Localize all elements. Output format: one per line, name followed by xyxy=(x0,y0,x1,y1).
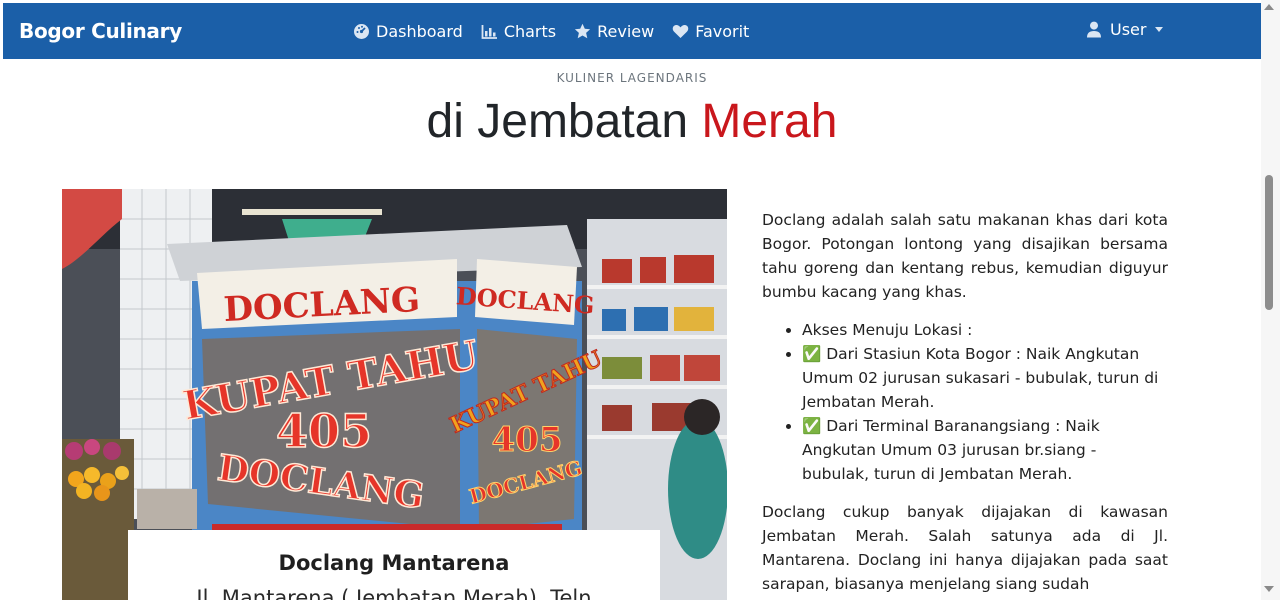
sign-number-side: 405 xyxy=(492,420,563,460)
section-kicker: KULINER LAGENDARIS xyxy=(556,71,708,85)
closing-paragraph: Doclang cukup banyak dijajakan di kawasa… xyxy=(762,503,1168,593)
list-item: Akses Menuju Lokasi : xyxy=(802,318,1168,342)
chevron-down-icon xyxy=(1155,27,1164,32)
sign-number: 405 xyxy=(276,404,372,458)
intro-paragraph: Doclang adalah salah satu makanan khas d… xyxy=(762,211,1168,301)
nav-review[interactable]: Review xyxy=(574,22,654,41)
article-body: Doclang adalah salah satu makanan khas d… xyxy=(762,208,1168,596)
nav-menu: Dashboard Charts Review Favorit xyxy=(353,20,767,42)
nav-favorit-label: Favorit xyxy=(695,21,750,41)
user-dropdown[interactable]: User xyxy=(1086,20,1164,39)
nav-dashboard-label: Dashboard xyxy=(376,21,463,41)
list-item: ✅ Dari Stasiun Kota Bogor : Naik Angkuta… xyxy=(802,342,1168,414)
location-address: Jl. Mantarena ( Jembatan Merah), Teln xyxy=(196,586,592,600)
nav-dashboard[interactable]: Dashboard xyxy=(353,22,463,41)
nav-favorit[interactable]: Favorit xyxy=(672,22,749,41)
access-list: Akses Menuju Lokasi : ✅ Dari Stasiun Kot… xyxy=(762,318,1168,486)
scrollbar-thumb[interactable] xyxy=(1265,175,1273,310)
star-icon xyxy=(574,23,591,40)
heart-icon xyxy=(672,23,689,40)
top-navbar: Bogor Culinary Dashboard Charts Review F… xyxy=(3,3,1261,59)
nav-charts[interactable]: Charts xyxy=(481,22,556,41)
scroll-up-arrow-icon[interactable] xyxy=(1264,4,1274,10)
dashboard-icon xyxy=(353,23,370,40)
scroll-down-arrow-icon[interactable] xyxy=(1264,586,1274,592)
user-icon xyxy=(1086,21,1102,38)
nav-charts-label: Charts xyxy=(503,21,557,41)
nav-review-label: Review xyxy=(597,21,655,41)
location-card[interactable]: Doclang Mantarena Jl. Mantarena ( Jembat… xyxy=(128,530,660,600)
title-prefix: di Jembatan xyxy=(426,95,702,148)
location-name: Doclang Mantarena xyxy=(278,551,510,575)
title-highlight: Merah xyxy=(701,95,838,148)
user-label: User xyxy=(1110,20,1147,39)
list-item: ✅ Dari Terminal Baranangsiang : Naik Ang… xyxy=(802,414,1168,486)
chart-icon xyxy=(481,23,498,40)
doclang-cart-photo: DOCLANG DOCLANG KUPAT TAHU 405 DOCLANG K… xyxy=(62,189,727,600)
brand-logo[interactable]: Bogor Culinary xyxy=(19,19,182,43)
page-title: di Jembatan Merah xyxy=(0,94,1264,150)
